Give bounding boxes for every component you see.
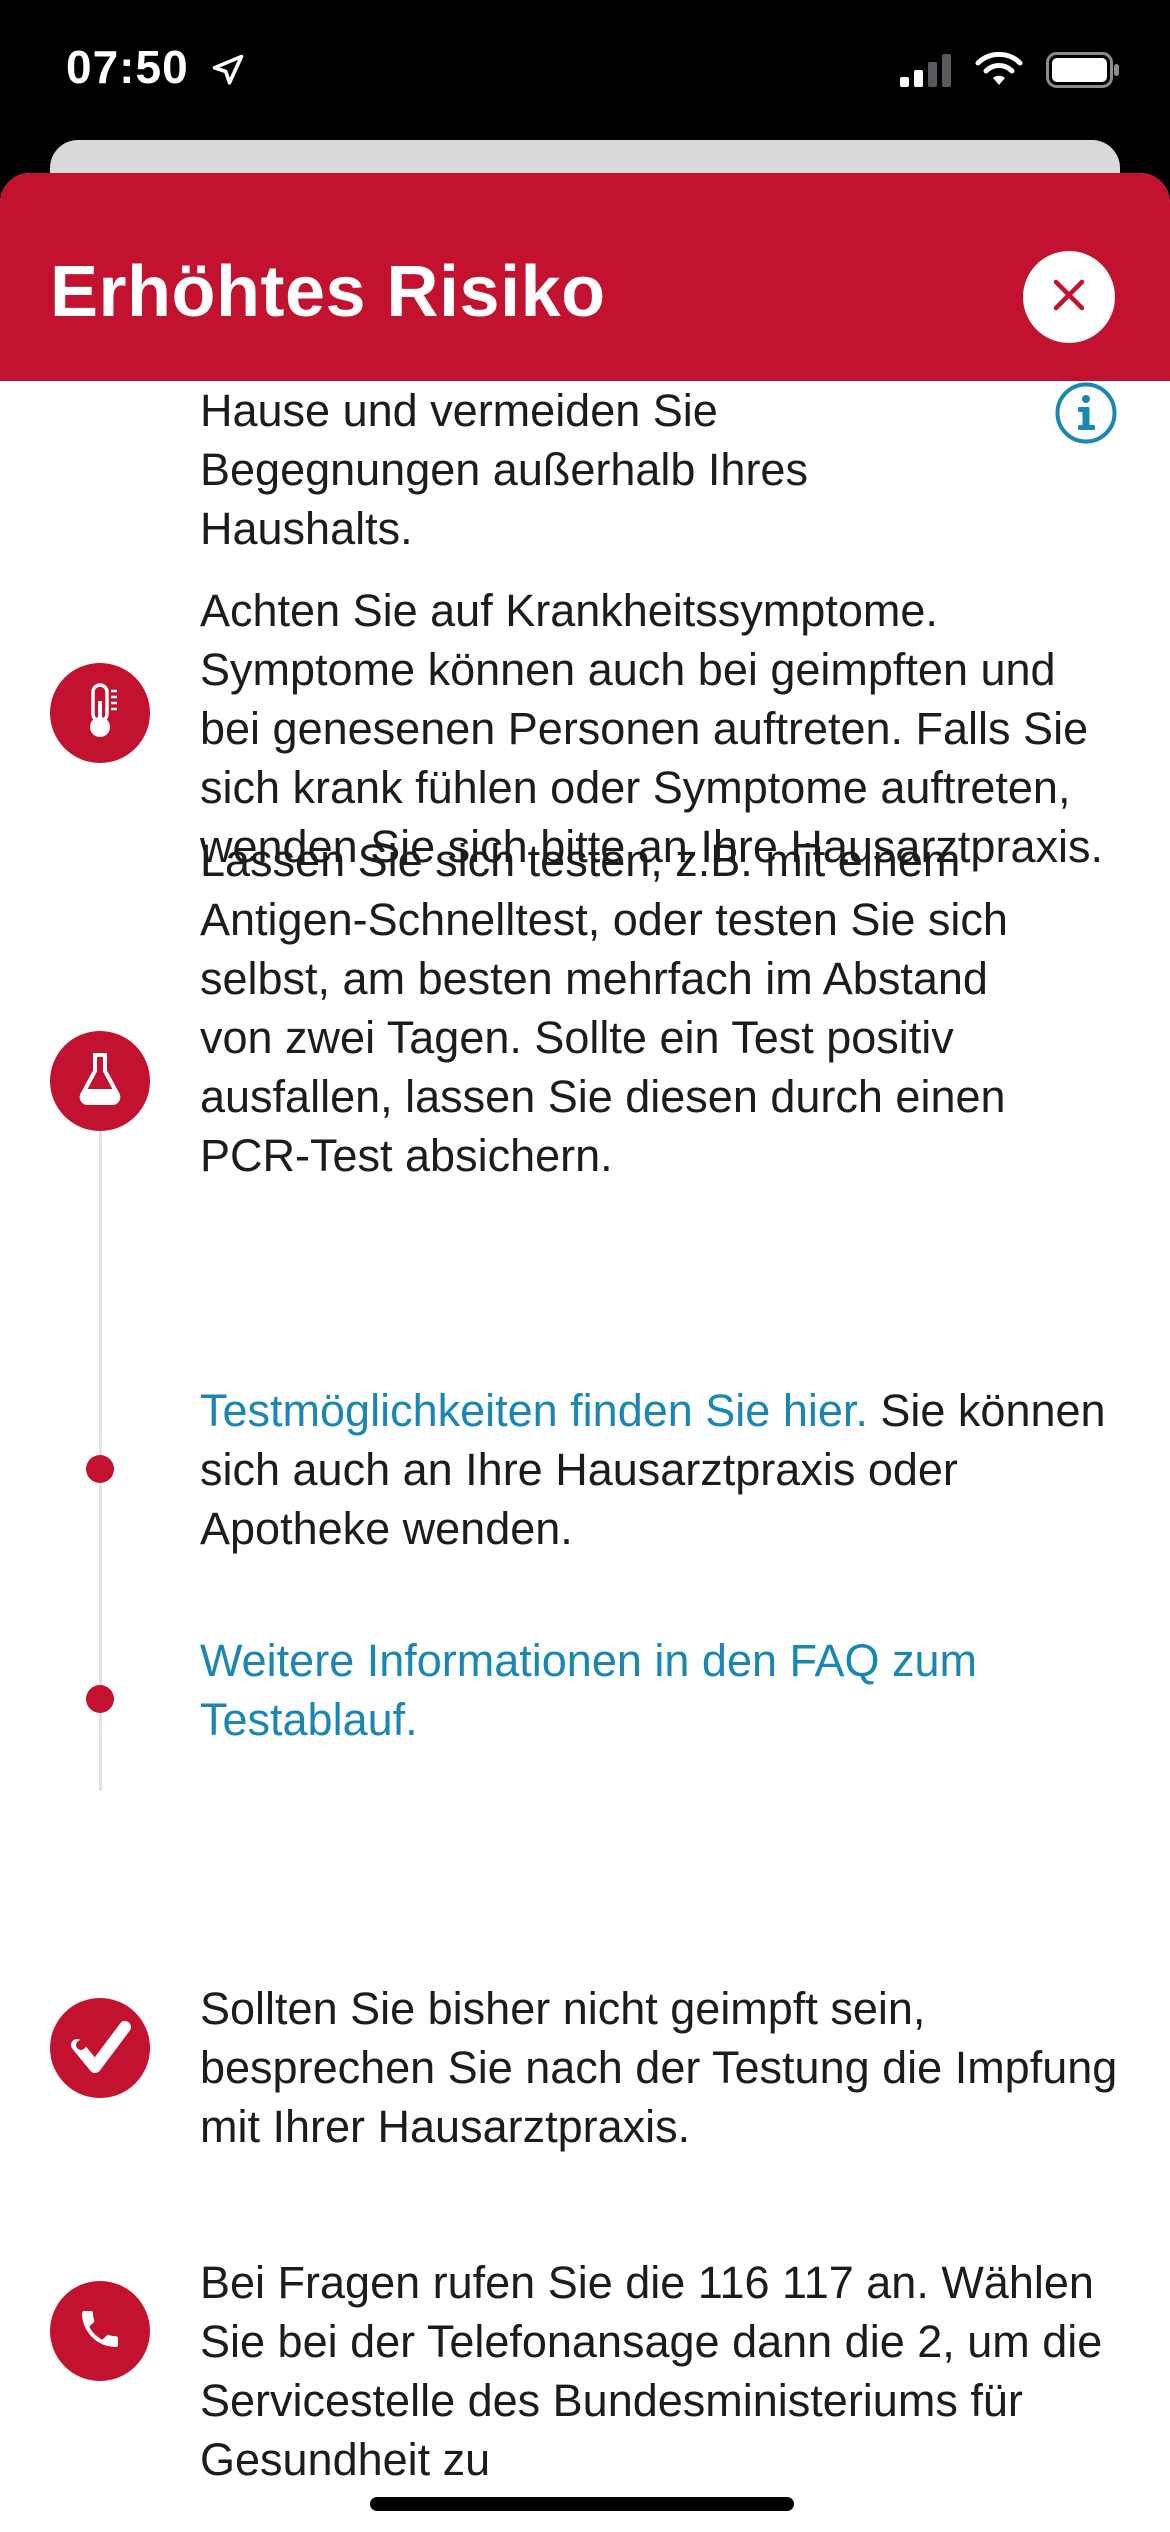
status-indicators [900,51,1120,93]
timeline-dot [86,1685,114,1713]
test-flask-icon [77,1051,123,1112]
test-step-icon [50,1031,150,1131]
close-icon [1052,278,1086,317]
home-indicator[interactable] [370,2497,794,2511]
app-screen: 07:50 Erhöhtes Risiko Hause und vermeide… [0,0,1170,2532]
location-arrow-icon [210,52,246,93]
vaccination-step-icon [50,1998,150,2098]
status-time: 07:50 [66,41,189,93]
page-title: Erhöhtes Risiko [50,252,606,332]
thermometer-icon [80,681,120,746]
wifi-icon [974,51,1024,93]
sheet-header: Erhöhtes Risiko [0,173,1170,381]
status-bar: 07:50 [0,0,1170,150]
faq-link[interactable]: Weitere Informationen in den FAQ zum Tes… [200,1635,977,1745]
cellular-signal-icon [900,53,952,92]
hotline-step-icon [50,2281,150,2381]
sheet-content: Hause und vermeiden Sie Begegnungen auße… [0,381,1170,2532]
battery-icon [1046,52,1120,93]
vaccination-syringe-icon [69,2015,131,2082]
timeline-dot [86,1455,114,1483]
info-icon[interactable] [1054,381,1118,450]
phone-icon [76,2305,124,2358]
step-hotline-text: Bei Fragen rufen Sie die 116 117 an. Wäh… [200,2257,1103,2485]
step-faq: Weitere Informationen in den FAQ zum Tes… [200,1631,1120,1749]
step-test-locations: Testmöglichkeiten finden Sie hier. Sie k… [200,1381,1120,1558]
step-vaccination-text: Sollten Sie bisher nicht geimpft sein, b… [200,1983,1118,2152]
step-test-text: Lassen Sie sich testen, z.B. mit einem A… [200,835,1008,1181]
test-locations-link[interactable]: Testmöglichkeiten finden Sie hier. [200,1385,868,1436]
symptoms-step-icon [50,663,150,763]
step-home-text: Hause und vermeiden Sie Begegnungen auße… [200,385,808,554]
risk-sheet: Erhöhtes Risiko Hause und vermeiden Sie … [0,173,1170,2532]
close-button[interactable] [1023,251,1115,343]
